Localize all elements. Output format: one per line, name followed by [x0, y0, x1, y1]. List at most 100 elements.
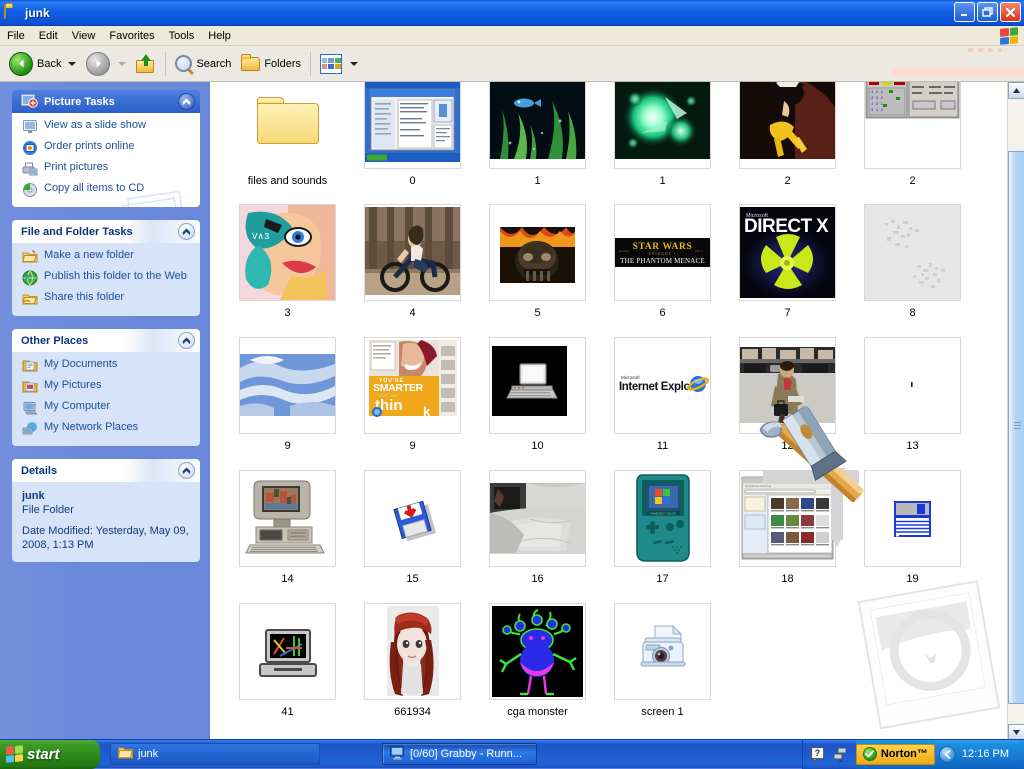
minimize-button[interactable] [954, 2, 975, 22]
file-item[interactable]: cga monster [475, 599, 600, 718]
file-item[interactable]: 10 [475, 333, 600, 452]
panel-file-and-folder-tasks: File and Folder Tasks Make a new folder [12, 220, 200, 316]
file-item[interactable]: 661934 [350, 599, 475, 718]
file-list-view[interactable]: files and sounds [210, 82, 1024, 741]
file-item[interactable]: 14 [225, 466, 350, 585]
scroll-up-button[interactable] [1008, 82, 1024, 99]
thumbnail [239, 82, 336, 169]
chevron-up-icon[interactable] [178, 223, 195, 240]
file-item[interactable]: 19 [850, 466, 975, 585]
file-item[interactable]: 8 [850, 200, 975, 319]
panel-header-details[interactable]: Details [12, 459, 200, 482]
panel-picture-tasks: Picture Tasks View as a slide show [12, 90, 200, 207]
task-print-pictures[interactable]: Print pictures [22, 161, 192, 177]
file-item[interactable]: files and sounds [225, 82, 350, 187]
menu-item-edit[interactable]: Edit [32, 28, 65, 44]
chevron-up-icon[interactable] [178, 332, 195, 349]
toolbar-artifact-dots [968, 48, 1002, 52]
folders-button[interactable]: Folders [236, 49, 306, 79]
file-item[interactable]: YOU'RE SMARTER THAN YOU thin k 9 [350, 333, 475, 452]
back-dropdown-icon[interactable] [68, 62, 76, 66]
chevron-up-icon[interactable] [178, 93, 195, 110]
panel-header-other-places[interactable]: Other Places [12, 329, 200, 352]
file-item[interactable]: 16 [475, 466, 600, 585]
forward-button[interactable] [81, 49, 131, 79]
views-dropdown-icon[interactable] [350, 62, 358, 66]
menu-item-help[interactable]: Help [201, 28, 238, 44]
network-icon[interactable] [833, 747, 848, 762]
file-item[interactable]: 9 [225, 333, 350, 452]
views-button[interactable] [315, 49, 363, 79]
scrollbar-thumb[interactable] [1008, 151, 1024, 704]
folders-button-label: Folders [264, 58, 301, 70]
window-title-bar[interactable]: junk [0, 0, 1024, 26]
my-pictures-icon [22, 379, 38, 395]
help-balloon-icon[interactable]: ? [811, 747, 826, 762]
search-button[interactable]: Search [170, 49, 236, 79]
place-label: My Documents [44, 358, 117, 371]
vertical-scrollbar[interactable] [1007, 82, 1024, 741]
taskbar-button-grabby[interactable]: [0/60] Grabby - Runn... [382, 743, 537, 765]
thumbnail [864, 204, 961, 301]
place-my-documents[interactable]: My Documents [22, 358, 192, 374]
start-button[interactable]: start [0, 740, 100, 769]
file-item[interactable]: STAR WARS EPISODE I THE PHANTOM MENACE l… [600, 200, 725, 319]
file-item[interactable]: GAME BOY COLOR [600, 466, 725, 585]
file-item[interactable]: Microsoft Internet Explorer 11 [600, 333, 725, 452]
menu-item-favorites[interactable]: Favorites [102, 28, 161, 44]
close-button[interactable] [1000, 2, 1021, 22]
thumbnail [364, 603, 461, 700]
place-my-network-places[interactable]: My Network Places [22, 421, 192, 437]
task-label: Publish this folder to the Web [44, 270, 187, 283]
menu-item-tools[interactable]: Tools [162, 28, 202, 44]
svg-text:k: k [423, 404, 431, 419]
file-item[interactable]: 1 2 12 3 2 1 2 13 1 2 [850, 82, 975, 187]
file-item[interactable]: 41 [225, 599, 350, 718]
file-item[interactable]: 0 [350, 82, 475, 187]
task-view-slide-show[interactable]: View as a slide show [22, 119, 192, 135]
thumb-blue-floppy-disk-icon [865, 471, 960, 566]
file-item[interactable]: V∧3 3 [225, 200, 350, 319]
place-my-computer[interactable]: My Computer [22, 400, 192, 416]
clock-area[interactable]: 12:16 PM [935, 740, 1018, 769]
task-pane-sidebar: Picture Tasks View as a slide show [0, 82, 210, 741]
panel-header-file-and-folder-tasks[interactable]: File and Folder Tasks [12, 220, 200, 243]
taskbar-button-junk[interactable]: junk [110, 743, 320, 765]
file-item[interactable]: 1 [475, 82, 600, 187]
file-item[interactable]: 2 [725, 82, 850, 187]
panel-header-picture-tasks[interactable]: Picture Tasks [12, 90, 200, 113]
file-item[interactable]: 15 [350, 466, 475, 585]
menu-item-view[interactable]: View [65, 28, 103, 44]
svg-text:X: X [816, 216, 829, 237]
file-item[interactable]: 5 [475, 200, 600, 319]
norton-tray-item[interactable]: Norton™ [856, 744, 935, 765]
place-my-pictures[interactable]: My Pictures [22, 379, 192, 395]
file-item[interactable]: File Edit View Tools Help [725, 466, 850, 585]
maximize-restore-button[interactable] [977, 2, 998, 22]
chevron-left-icon[interactable] [939, 746, 956, 763]
thumbnail [614, 603, 711, 700]
file-item[interactable]: 1 [600, 82, 725, 187]
thumb-pop-art-face: V∧3 [240, 205, 335, 300]
menu-item-file[interactable]: File [0, 28, 32, 44]
back-button[interactable]: Back [4, 49, 81, 79]
file-item[interactable]: screen 1 [600, 599, 725, 718]
chevron-up-icon[interactable] [178, 462, 195, 479]
up-button[interactable] [131, 49, 161, 79]
svg-text:V∧3: V∧3 [252, 232, 269, 242]
file-item[interactable]: 4 [350, 200, 475, 319]
task-order-prints-online[interactable]: Order prints online [22, 140, 192, 156]
file-item[interactable]: Microsoft DIRECT X [725, 200, 850, 319]
file-item[interactable]: 12 [725, 333, 850, 452]
magnifier-icon [175, 55, 192, 72]
file-caption: 10 [531, 440, 543, 452]
task-make-a-new-folder[interactable]: Make a new folder [22, 249, 192, 265]
thumb-red-haired-girl-drawing [365, 604, 460, 699]
file-caption: 2 [784, 175, 790, 187]
file-item[interactable]: 13 [850, 333, 975, 452]
task-share-this-folder[interactable]: Share this folder [22, 291, 192, 307]
task-publish-this-folder-to-the-web[interactable]: Publish this folder to the Web [22, 270, 192, 286]
windows-flag-icon [1000, 27, 1018, 45]
task-copy-all-items-to-cd[interactable]: Copy all items to CD [22, 182, 192, 198]
svg-text:GAME BOY COLOR: GAME BOY COLOR [650, 511, 676, 515]
